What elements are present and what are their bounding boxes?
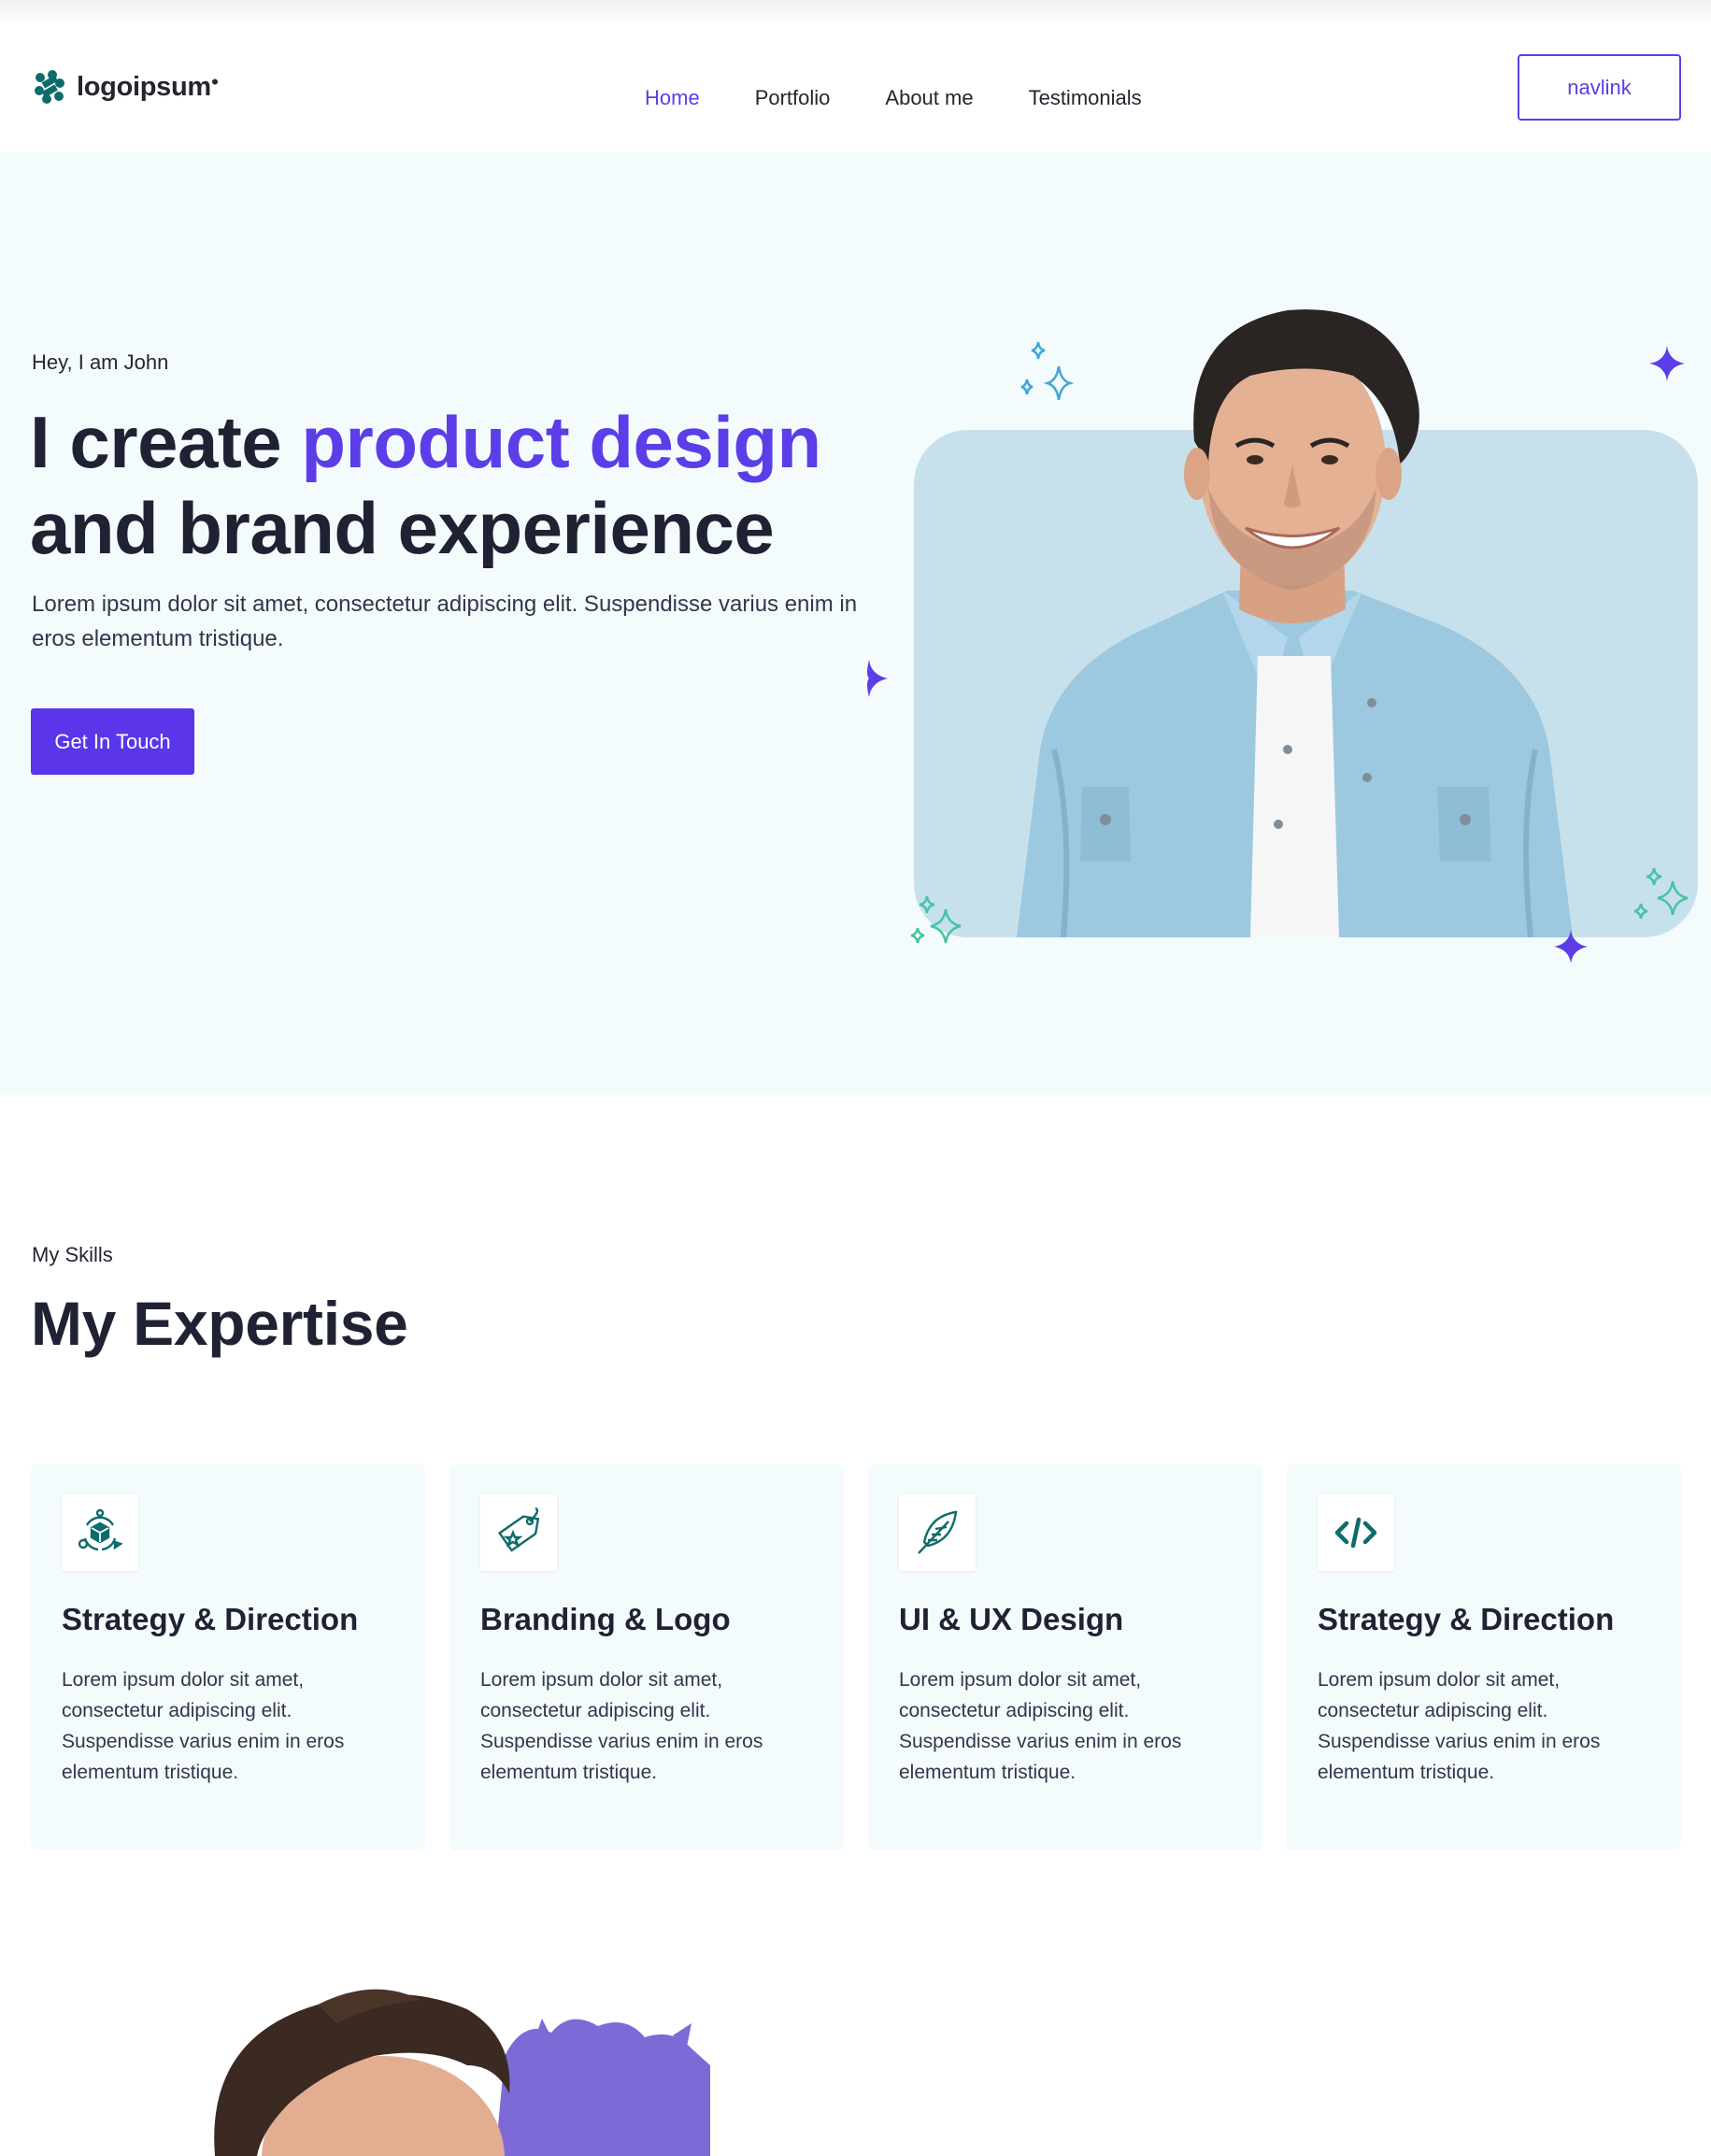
card-text: Lorem ipsum dolor sit amet, consectetur … xyxy=(899,1669,1182,1783)
sparkle-cluster-icon xyxy=(1633,867,1689,920)
logo-icon xyxy=(35,70,64,104)
site-header: logoipsum● Home Portfolio About me Testi… xyxy=(0,22,1711,151)
hero-description: Lorem ipsum dolor sit amet, consectetur … xyxy=(32,592,858,651)
hero-title-end: and brand experience xyxy=(30,487,775,569)
logo[interactable]: logoipsum● xyxy=(32,69,219,105)
hero-title-accent: product design xyxy=(301,401,821,483)
hero-section: Hey, I am John I create product design a… xyxy=(0,151,1711,1095)
hero-title: I create product design and brand experi… xyxy=(30,399,871,571)
main-nav: Home Portfolio About me Testimonials xyxy=(645,86,1197,110)
nav-testimonials[interactable]: Testimonials xyxy=(1029,86,1142,110)
about-portrait xyxy=(214,1989,710,2156)
card-title: Strategy & Direction xyxy=(1318,1602,1615,1636)
expertise-card: Branding & Logo Lorem ipsum dolor sit am… xyxy=(449,1464,844,1850)
get-in-touch-button[interactable]: Get In Touch xyxy=(31,708,194,775)
card-text: Lorem ipsum dolor sit amet, consectetur … xyxy=(62,1669,345,1783)
card-title: Branding & Logo xyxy=(480,1602,731,1636)
card-title: UI & UX Design xyxy=(899,1602,1124,1636)
expertise-cards: Strategy & Direction Lorem ipsum dolor s… xyxy=(31,1464,1681,1850)
code-icon xyxy=(1318,1494,1394,1571)
sparkle-cluster-icon xyxy=(1020,341,1075,401)
logo-text: logoipsum● xyxy=(77,71,220,102)
card-title: Strategy & Direction xyxy=(62,1602,359,1636)
sparkle-cluster-icon xyxy=(910,895,962,944)
skills-heading: My Expertise xyxy=(31,1289,408,1358)
nav-home[interactable]: Home xyxy=(645,86,700,110)
card-text: Lorem ipsum dolor sit amet, consectetur … xyxy=(1318,1669,1601,1783)
browser-top-strip xyxy=(0,0,1711,22)
hero-title-start: I create xyxy=(30,401,302,483)
expertise-card: UI & UX Design Lorem ipsum dolor sit ame… xyxy=(868,1464,1262,1850)
strategy-icon xyxy=(62,1494,138,1571)
tag-icon xyxy=(480,1494,557,1571)
expertise-card: Strategy & Direction Lorem ipsum dolor s… xyxy=(1287,1464,1681,1850)
nav-portfolio[interactable]: Portfolio xyxy=(755,86,831,110)
feather-icon xyxy=(899,1494,976,1571)
expertise-card: Strategy & Direction Lorem ipsum dolor s… xyxy=(31,1464,425,1850)
navlink-button[interactable]: navlink xyxy=(1518,54,1681,121)
sparkle-half-icon xyxy=(867,660,888,697)
nav-about-me[interactable]: About me xyxy=(885,86,973,110)
card-text: Lorem ipsum dolor sit amet, consectetur … xyxy=(480,1669,763,1783)
skills-eyebrow: My Skills xyxy=(32,1243,113,1266)
hero-eyebrow: Hey, I am John xyxy=(32,350,169,374)
sparkle-star-icon xyxy=(1649,346,1685,381)
sparkle-star-icon xyxy=(1554,930,1588,964)
